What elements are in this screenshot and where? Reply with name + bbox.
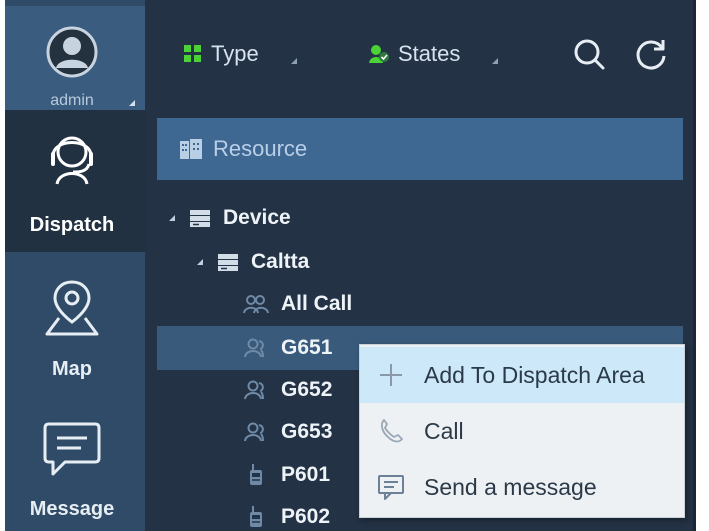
- message-icon: [378, 475, 404, 500]
- building-icon: [180, 139, 202, 159]
- resource-panel-header: Resource: [157, 118, 683, 180]
- talkgroup-icon: [244, 422, 264, 442]
- expand-arrow-icon[interactable]: [197, 259, 203, 265]
- panel-divider: [693, 0, 696, 531]
- username-label: admin: [50, 92, 94, 109]
- plus-icon: [380, 364, 402, 386]
- user-avatar-icon: [46, 26, 98, 78]
- grid-icon: [184, 45, 201, 62]
- menu-label: Send a message: [424, 473, 597, 500]
- dropdown-caret-icon: [290, 58, 297, 64]
- device-server-icon: [218, 254, 238, 271]
- device-server-icon: [190, 210, 210, 227]
- tree-node-device[interactable]: Device: [157, 198, 683, 238]
- radio-terminal-icon: [250, 506, 262, 527]
- refresh-icon[interactable]: [633, 36, 669, 72]
- dropdown-caret-icon: [492, 58, 499, 64]
- menu-item-call[interactable]: Call: [360, 403, 684, 459]
- dispatch-headset-icon: [51, 136, 93, 185]
- tree-label-talkgroup: G653: [281, 420, 333, 443]
- tree-label-terminal: P601: [281, 463, 331, 486]
- search-icon[interactable]: [571, 36, 607, 72]
- context-menu: Add To Dispatch Area Call Send a message: [359, 344, 685, 518]
- user-menu-caret-icon: [129, 100, 135, 106]
- tree-label-talkgroup: G652: [281, 378, 333, 401]
- expand-arrow-icon[interactable]: [169, 215, 175, 221]
- type-filter-label: Type: [211, 41, 259, 66]
- tree-label-caltta: Caltta: [251, 250, 310, 273]
- nav-item-map[interactable]: Map: [5, 254, 145, 396]
- group-call-icon: [243, 295, 269, 314]
- phone-icon: [381, 419, 403, 443]
- dispatch-console: admin Dispatch Map Message Type States R…: [5, 0, 696, 531]
- tree-label-terminal: P602: [281, 505, 331, 528]
- map-pin-icon: [45, 280, 99, 336]
- nav-item-dispatch[interactable]: Dispatch: [5, 110, 145, 252]
- message-bubble-icon: [43, 422, 101, 476]
- user-status-icon: [369, 45, 389, 63]
- menu-label: Call: [424, 417, 464, 444]
- nav-label-message: Message: [29, 498, 115, 520]
- nav-label-dispatch: Dispatch: [29, 214, 115, 236]
- talkgroup-icon: [244, 338, 264, 358]
- type-filter-dropdown[interactable]: Type: [183, 34, 297, 74]
- menu-label: Add To Dispatch Area: [424, 361, 645, 388]
- tree-node-caltta[interactable]: Caltta: [157, 242, 683, 282]
- nav-item-message[interactable]: Message: [5, 396, 145, 531]
- states-filter-label: States: [398, 41, 461, 66]
- resource-title: Resource: [213, 136, 308, 161]
- tree-label-device: Device: [223, 206, 291, 229]
- states-filter-dropdown[interactable]: States: [368, 34, 499, 74]
- radio-terminal-icon: [250, 464, 262, 485]
- user-menu[interactable]: admin: [5, 6, 145, 110]
- nav-label-map: Map: [52, 358, 92, 380]
- menu-item-send-message[interactable]: Send a message: [360, 459, 684, 515]
- tree-label-talkgroup: G651: [281, 336, 333, 359]
- left-nav-rail: admin Dispatch Map Message: [5, 0, 145, 531]
- tree-label-all-call: All Call: [281, 292, 353, 315]
- talkgroup-icon: [244, 380, 264, 400]
- tree-node-all-call[interactable]: All Call: [157, 284, 683, 324]
- menu-item-add-to-dispatch-area[interactable]: Add To Dispatch Area: [360, 347, 684, 403]
